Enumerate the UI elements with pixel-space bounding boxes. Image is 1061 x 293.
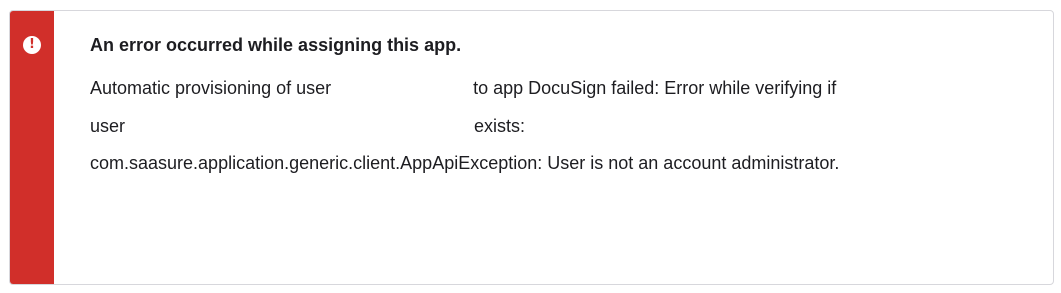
alert-content: An error occurred while assigning this a… bbox=[90, 33, 1030, 183]
alert-title: An error occurred while assigning this a… bbox=[90, 35, 462, 55]
error-alert: ! An error occurred while assigning this… bbox=[9, 10, 1054, 285]
message-part-1: Automatic provisioning of user bbox=[90, 78, 332, 98]
error-exclamation-icon: ! bbox=[23, 36, 41, 54]
message-part-4: exists: bbox=[474, 115, 526, 136]
message-part-3: user bbox=[90, 115, 126, 136]
alert-message: Automatic provisioning of user to app Do… bbox=[90, 70, 1030, 183]
alert-accent-stripe: ! bbox=[10, 11, 54, 284]
message-part-2: to app DocuSign failed: Error while veri… bbox=[473, 78, 837, 98]
message-part-5: com.saasure.application.generic.client.A… bbox=[90, 153, 840, 173]
